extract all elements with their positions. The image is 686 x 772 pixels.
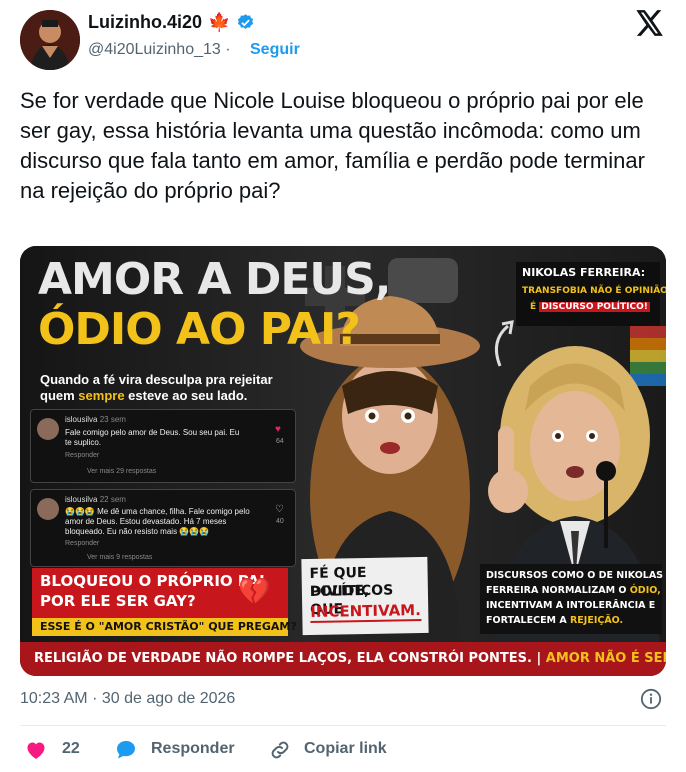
red-box-line2: POR ELE SER GAY? (40, 592, 196, 610)
avatar[interactable] (20, 10, 80, 70)
user-handle[interactable]: @4i20Luizinho_13 · (88, 41, 231, 59)
subheadline-highlight: sempre (78, 388, 125, 403)
nikolas-line1: TRANSFOBIA NÃO É OPINIÃO, (522, 286, 666, 296)
reply-bubble-icon (117, 741, 135, 759)
like-button[interactable] (24, 738, 48, 767)
red-box-line1: BLOQUEOU O PRÓPRIO PAI (40, 572, 265, 590)
comment-like-count: 64 (276, 438, 284, 445)
copy-link-label[interactable]: Copiar link (304, 740, 387, 758)
comment-avatar (37, 418, 59, 440)
white-box-line3: INCENTIVAM. (310, 601, 422, 623)
reply-button[interactable] (114, 738, 138, 767)
nikolas-title: NIKOLAS FERREIRA: (522, 266, 646, 279)
subheadline-line2: quem sempre esteve ao seu lado. (40, 388, 248, 403)
bottom-banner-text: RELIGIÃO DE VERDADE NÃO ROMPE LAÇOS, ELA… (34, 651, 666, 666)
link-icon (271, 741, 289, 759)
handle-text[interactable]: @4i20Luizinho_13 (88, 41, 221, 58)
nikolas-line2: É DISCURSO POLÍTICO! (530, 302, 650, 312)
comment-card-1: islousilva 23 sem Fale comigo pelo amor … (30, 409, 296, 483)
handle-separator: · (225, 41, 231, 58)
comment-like-count: 40 (276, 518, 284, 525)
maple-leaf-icon: 🍁 (208, 12, 231, 32)
info-icon[interactable] (640, 688, 662, 710)
tweet-text: Se for verdade que Nicole Louise bloqueo… (20, 88, 645, 203)
nikolas-quote-box: NIKOLAS FERREIRA: TRANSFOBIA NÃO É OPINI… (516, 262, 666, 326)
timestamp-time[interactable]: 10:23 AM (20, 690, 88, 707)
divider (20, 725, 666, 726)
verified-badge-icon (237, 14, 254, 29)
comment-header: islousilva 23 sem (65, 415, 126, 424)
comment-heart-outline-icon: ♡ (275, 504, 284, 515)
subheadline: Quando a fé vira desculpa pra rejeitar q… (40, 372, 320, 404)
comment-more-replies: Ver mais 29 respostas (87, 468, 157, 475)
comment-more-replies: Ver mais 9 respostas (87, 554, 153, 561)
comment-text: Fale comigo pelo amor de Deus. Sou seu p… (65, 428, 240, 447)
x-logo-icon[interactable] (636, 10, 664, 36)
red-question-box: BLOQUEOU O PRÓPRIO PAI POR ELE SER GAY? … (32, 568, 288, 618)
tweet-media-image[interactable]: AMOR A DEUS, ÓDIO AO PAI? Quando a fé vi… (20, 246, 666, 676)
comment-heart-icon: ♥ (275, 424, 281, 435)
yellow-question-box: ESSE É O "AMOR CRISTÃO" QUE PREGAM? (32, 618, 297, 636)
follow-button[interactable]: Seguir (250, 41, 300, 59)
broken-heart-icon: 💔 (238, 576, 271, 606)
right-text-box: DISCURSOS COMO O DE NIKOLAS FERREIRA NOR… (480, 564, 664, 634)
yellow-box-text: ESSE É O "AMOR CRISTÃO" QUE PREGAM? (40, 620, 297, 633)
right-text: DISCURSOS COMO O DE NIKOLAS FERREIRA NOR… (486, 570, 664, 626)
timestamp-date[interactable]: 30 de ago de 2026 (102, 690, 235, 707)
display-name[interactable]: Luizinho.4i20 (88, 12, 202, 33)
heart-icon (27, 742, 45, 759)
comment-text: 😭😭😭 Me dê uma chance, filha. Fale comigo… (65, 507, 250, 536)
like-count: 22 (62, 740, 80, 757)
comment-avatar (37, 498, 59, 520)
headline-line2: ÓDIO AO PAI? (38, 304, 361, 355)
timestamp-separator: · (92, 690, 98, 707)
bottom-banner: RELIGIÃO DE VERDADE NÃO ROMPE LAÇOS, ELA… (20, 642, 666, 676)
tweet-timestamp[interactable]: 10:23 AM · 30 de ago de 2026 (20, 690, 235, 708)
comment-reply-link: Responder (65, 540, 100, 547)
subheadline-line1: Quando a fé vira desculpa pra rejeitar (40, 372, 273, 387)
comment-card-2: islousilva 22 sem 😭😭😭 Me dê uma chance, … (30, 489, 296, 567)
headline-line1: AMOR A DEUS, (38, 254, 392, 305)
copy-link-button[interactable] (268, 738, 292, 767)
reply-label[interactable]: Responder (151, 740, 235, 758)
white-note-box: FÉ QUE DIVIDE, POLÍTICOS QUE INCENTIVAM. (301, 556, 429, 636)
comment-header: islousilva 22 sem (65, 495, 126, 504)
comment-reply-link: Responder (65, 452, 100, 459)
